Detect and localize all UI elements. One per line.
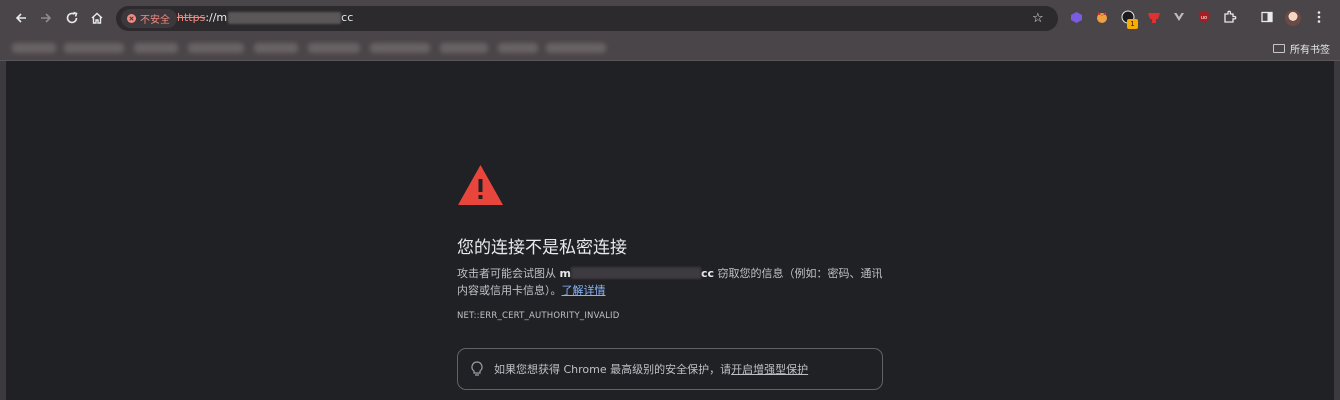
extension-v-icon[interactable] — [1172, 10, 1186, 24]
bookmark-item-redacted[interactable] — [370, 43, 430, 53]
bookmark-item-redacted[interactable] — [440, 43, 488, 53]
reload-button[interactable] — [62, 8, 82, 28]
security-label: 不安全 — [140, 15, 170, 26]
url-prefix: ://m — [205, 11, 228, 24]
extension-red-icon[interactable] — [1147, 10, 1161, 24]
bookmark-item-redacted[interactable] — [188, 43, 244, 53]
all-bookmarks-button[interactable]: 所有书签 — [1273, 41, 1330, 56]
extension-purple-icon[interactable] — [1069, 10, 1083, 24]
bookmark-item-redacted[interactable] — [308, 43, 360, 53]
extension-fox-icon[interactable] — [1095, 10, 1109, 24]
reload-icon — [66, 11, 78, 24]
url-suffix: cc — [341, 11, 354, 24]
enhanced-protection-promo: 如果您想获得 Chrome 最高级别的安全保护，请开启增强型保护 — [457, 348, 883, 390]
address-bar[interactable]: 不安全 https://m cc ☆ — [116, 6, 1058, 31]
promo-text-body: 如果您想获得 Chrome 最高级别的安全保护，请 — [494, 363, 732, 376]
enhanced-protection-link[interactable]: 开启增强型保护 — [731, 363, 808, 376]
bookmark-item-redacted[interactable] — [254, 43, 298, 53]
arrow-left-icon — [15, 13, 26, 23]
bookmark-item-redacted[interactable] — [64, 43, 124, 53]
back-button[interactable] — [11, 8, 31, 28]
security-indicator-chip[interactable]: 不安全 — [121, 9, 177, 28]
side-panel-icon[interactable] — [1260, 10, 1274, 24]
home-icon — [91, 12, 103, 24]
not-secure-icon — [127, 14, 136, 23]
url-redacted — [228, 11, 342, 24]
all-bookmarks-label: 所有书签 — [1290, 45, 1330, 56]
bookmark-item-redacted[interactable] — [12, 43, 56, 53]
arrow-right-icon — [41, 13, 52, 23]
home-button[interactable] — [87, 8, 107, 28]
error-description: 攻击者可能会试图从 m cc 窃取您的信息（例如：密码、通讯内容或信用卡信息）。了… — [457, 265, 887, 299]
page-title: 您的连接不是私密连接 — [457, 238, 627, 258]
warning-triangle-icon — [458, 165, 503, 205]
svg-text:uo: uo — [1201, 15, 1207, 21]
kebab-menu-icon[interactable] — [1312, 10, 1326, 24]
bookmarks-bar: 所有书签 — [0, 36, 1340, 61]
star-icon[interactable]: ☆ — [1032, 11, 1044, 26]
lightbulb-icon — [470, 361, 484, 377]
bookmark-item-redacted[interactable] — [134, 43, 178, 53]
profile-avatar[interactable] — [1285, 10, 1301, 26]
url-text[interactable]: https://m cc — [177, 11, 353, 24]
desc-prefix: 攻击者可能会试图从 — [457, 267, 560, 280]
bookmark-item-redacted[interactable] — [498, 43, 538, 53]
forward-button[interactable] — [36, 8, 56, 28]
host-end: cc — [700, 267, 715, 280]
url-scheme: https — [177, 11, 206, 24]
promo-text: 如果您想获得 Chrome 最高级别的安全保护，请开启增强型保护 — [494, 361, 808, 377]
error-code: NET::ERR_CERT_AUTHORITY_INVALID — [457, 311, 620, 321]
bookmark-item-redacted[interactable] — [546, 43, 606, 53]
extension-ublock-icon[interactable]: uo — [1197, 10, 1211, 24]
host-start: m — [559, 267, 571, 280]
folder-icon — [1273, 44, 1285, 53]
extension-badge: 1 — [1127, 19, 1138, 29]
host-redacted — [570, 267, 701, 279]
browser-toolbar: 不安全 https://m cc ☆ 1 uo — [0, 0, 1340, 36]
learn-more-link[interactable]: 了解详情 — [562, 284, 606, 297]
puzzle-icon[interactable] — [1223, 10, 1237, 24]
